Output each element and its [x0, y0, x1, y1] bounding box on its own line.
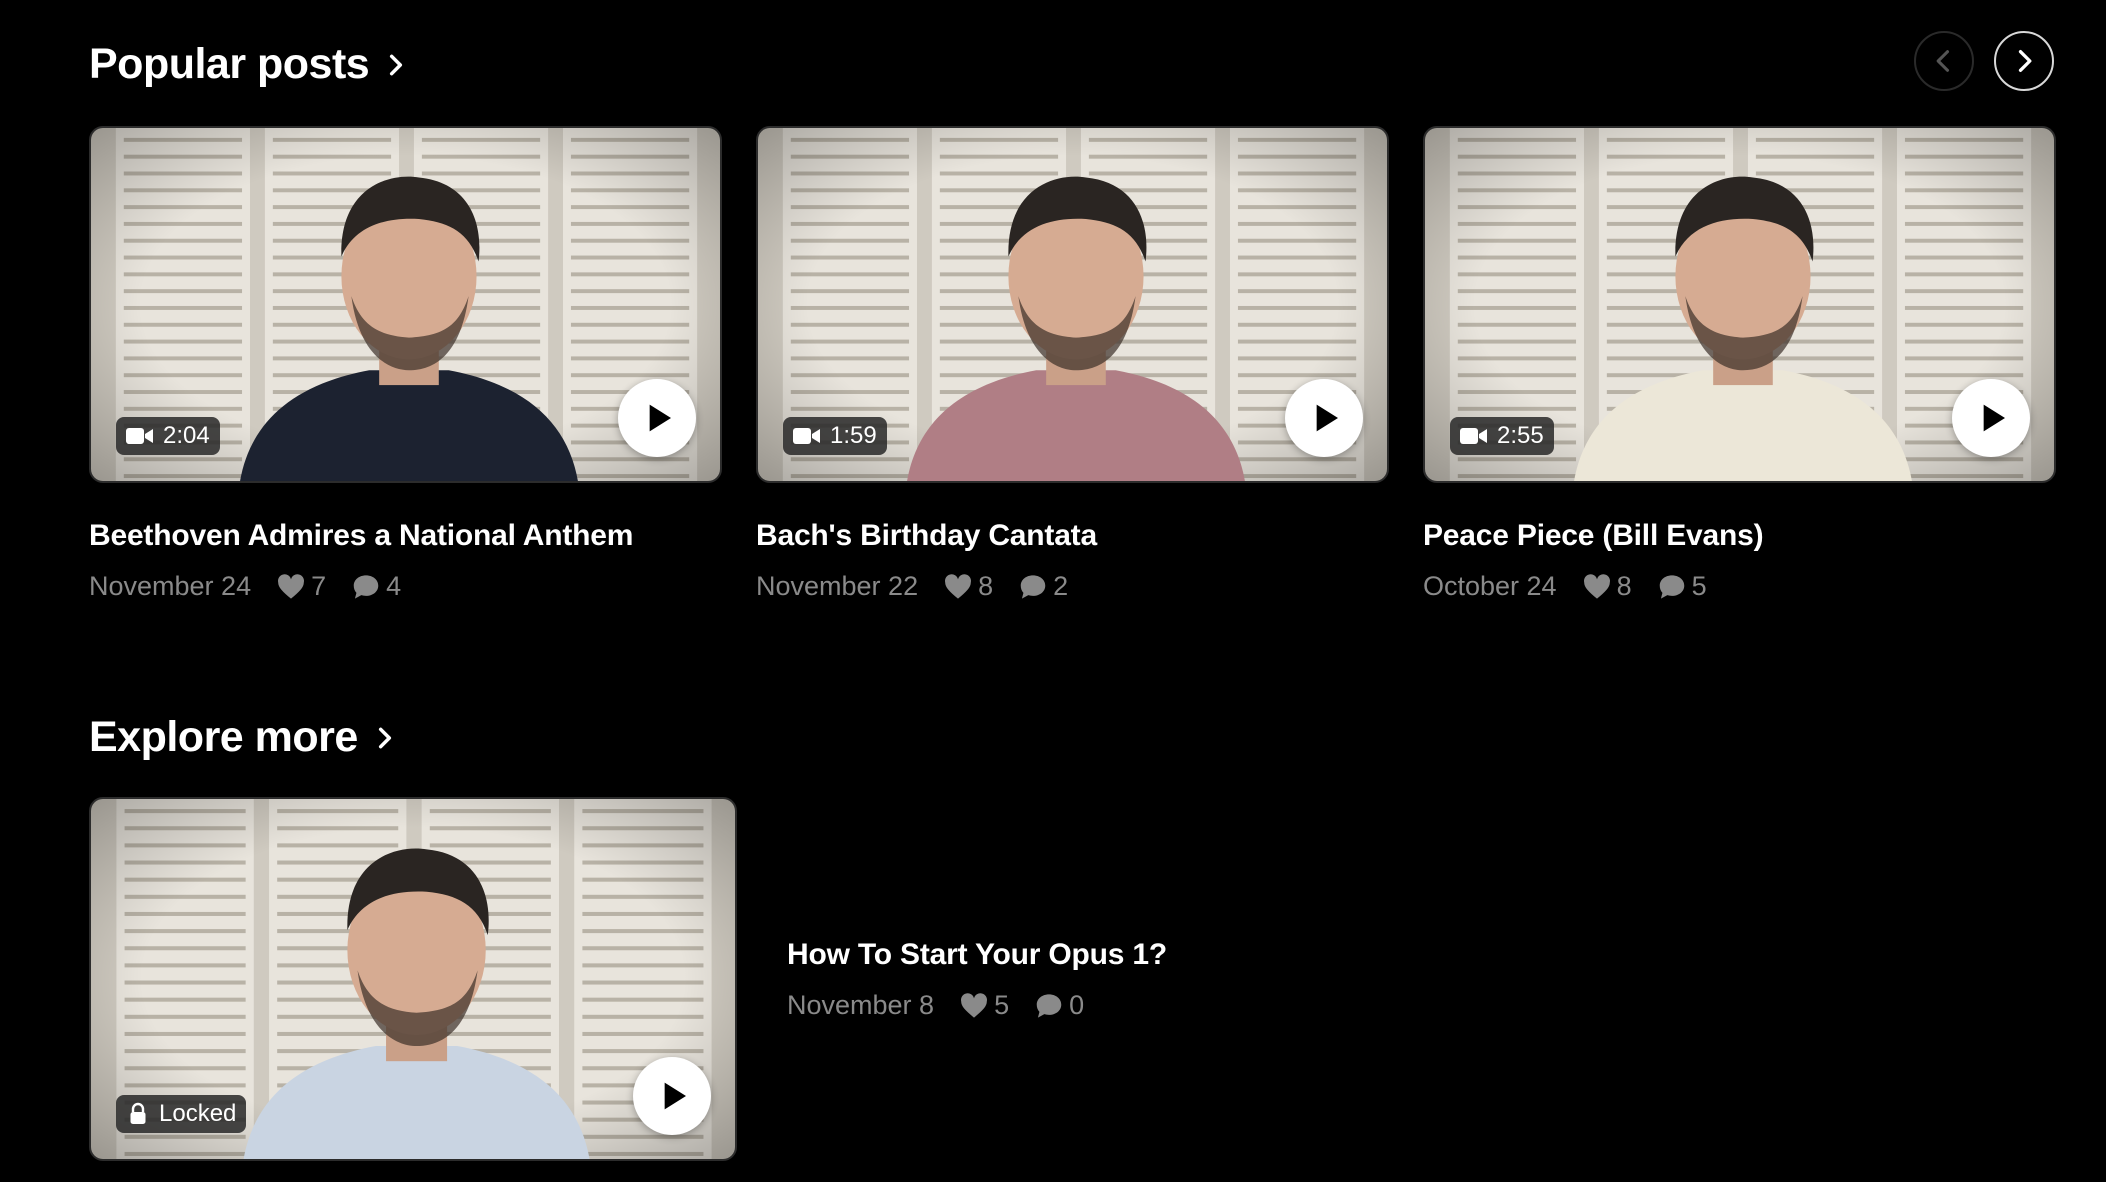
explore-post-info: How To Start Your Opus 1? November 8 5 0: [787, 938, 1167, 1021]
heart-icon: [1583, 573, 1610, 599]
duration-badge: 1:59: [783, 417, 887, 455]
post-meta: November 24 7 4: [89, 571, 722, 602]
locked-badge: Locked: [116, 1095, 247, 1133]
post-card[interactable]: 1:59 Bach's Birthday Cantata November 22…: [756, 126, 1389, 602]
post-title[interactable]: How To Start Your Opus 1?: [787, 938, 1167, 972]
explore-more-title: Explore more: [89, 713, 358, 761]
carousel-next-button[interactable]: [1994, 31, 2054, 91]
post-thumbnail[interactable]: 1:59: [756, 126, 1389, 483]
comments-count[interactable]: 0: [1035, 990, 1084, 1021]
chevron-right-icon: [390, 54, 403, 75]
post-title[interactable]: Beethoven Admires a National Anthem: [89, 519, 722, 553]
explore-post-thumbnail[interactable]: Locked: [89, 797, 737, 1161]
duration-label: 1:59: [830, 422, 877, 449]
comment-bubble-icon: [1659, 574, 1684, 599]
heart-icon: [961, 992, 988, 1018]
post-title[interactable]: Bach's Birthday Cantata: [756, 519, 1389, 553]
post-card[interactable]: 2:55 Peace Piece (Bill Evans) October 24…: [1423, 126, 2056, 602]
play-button[interactable]: [618, 379, 696, 457]
video-camera-icon: [793, 428, 820, 444]
duration-badge: 2:04: [116, 417, 220, 455]
post-meta: October 24 8 5: [1423, 571, 2056, 602]
popular-posts-heading[interactable]: Popular posts: [89, 43, 409, 86]
heart-icon: [945, 573, 972, 599]
comments-count[interactable]: 2: [1019, 571, 1068, 602]
heart-icon: [278, 573, 305, 599]
post-date: November 24: [89, 571, 252, 601]
likes-count[interactable]: 7: [277, 571, 326, 602]
play-button[interactable]: [633, 1057, 711, 1135]
duration-label: 2:04: [163, 422, 210, 449]
play-icon: [1983, 404, 2005, 432]
comments-value: 2: [1053, 571, 1069, 601]
explore-post-card[interactable]: Locked: [89, 797, 737, 1161]
likes-value: 5: [994, 990, 1010, 1020]
post-meta: November 22 8 2: [756, 571, 1389, 602]
explore-more-heading[interactable]: Explore more: [89, 716, 398, 759]
comment-bubble-icon: [1020, 574, 1046, 599]
likes-count[interactable]: 8: [1583, 571, 1632, 602]
post-thumbnail[interactable]: 2:55: [1423, 126, 2056, 483]
post-title[interactable]: Peace Piece (Bill Evans): [1423, 519, 2056, 553]
chevron-right-icon: [378, 727, 391, 748]
likes-count[interactable]: 5: [960, 990, 1009, 1021]
chevron-right-icon: [2018, 50, 2032, 72]
likes-value: 7: [311, 571, 327, 601]
comments-value: 0: [1069, 990, 1085, 1020]
play-button[interactable]: [1952, 379, 2030, 457]
comments-count[interactable]: 4: [352, 571, 401, 602]
lock-icon: [130, 1102, 146, 1124]
carousel-prev-button[interactable]: [1914, 31, 1974, 91]
popular-posts-title: Popular posts: [89, 40, 370, 88]
post-date: November 8: [787, 990, 935, 1020]
likes-count[interactable]: 8: [944, 571, 993, 602]
comment-bubble-icon: [353, 574, 379, 599]
duration-badge: 2:55: [1450, 417, 1554, 455]
comments-value: 5: [1691, 571, 1707, 601]
post-date: October 24: [1423, 571, 1557, 601]
comments-count[interactable]: 5: [1658, 571, 1707, 602]
post-date: November 22: [756, 571, 919, 601]
locked-label: Locked: [159, 1100, 237, 1127]
comment-bubble-icon: [1036, 993, 1062, 1018]
play-icon: [664, 1082, 686, 1110]
video-camera-icon: [1460, 428, 1487, 444]
play-icon: [1316, 404, 1338, 432]
likes-value: 8: [1616, 571, 1632, 601]
post-thumbnail[interactable]: 2:04: [89, 126, 722, 483]
post-card[interactable]: 2:04 Beethoven Admires a National Anthem…: [89, 126, 722, 602]
video-camera-icon: [126, 428, 153, 444]
comments-value: 4: [386, 571, 402, 601]
likes-value: 8: [978, 571, 994, 601]
duration-label: 2:55: [1497, 422, 1544, 449]
play-icon: [649, 404, 671, 432]
post-meta: November 8 5 0: [787, 990, 1167, 1021]
play-button[interactable]: [1285, 379, 1363, 457]
chevron-left-icon: [1936, 50, 1950, 72]
